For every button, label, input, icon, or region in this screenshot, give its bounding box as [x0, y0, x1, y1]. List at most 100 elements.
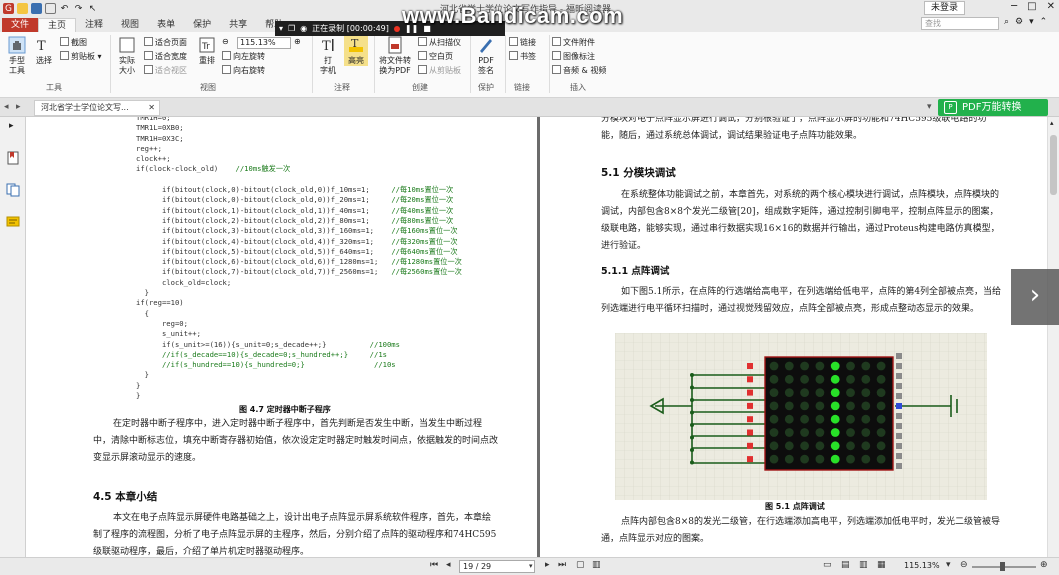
fit-page-button[interactable]: 适合页面 [144, 37, 187, 48]
pdf-convert-button[interactable]: P PDF万能转换 [938, 99, 1048, 116]
quick-access-toolbar: G ↶ ↷ ↖ [0, 3, 98, 14]
record-icon[interactable] [393, 25, 400, 32]
comments-panel-icon[interactable] [6, 215, 20, 229]
image-annotation-button[interactable]: 图像标注 [552, 51, 595, 62]
led-off [861, 441, 871, 451]
blank-page-button[interactable]: 空白页 [418, 51, 453, 62]
document-tab[interactable]: 河北省学士学位论文写... ✕ [34, 100, 160, 116]
led-off [876, 454, 886, 464]
zoom-slider-knob[interactable] [1000, 562, 1005, 571]
gear-icon[interactable]: ⚙ [1015, 17, 1023, 27]
file-attachment-button[interactable]: 文件附件 [552, 37, 595, 48]
column-pin [896, 423, 902, 429]
reflow-button[interactable]: Tr 重排 [196, 36, 218, 66]
link-button[interactable]: 链接 [509, 37, 536, 48]
undo-icon[interactable]: ↶ [59, 3, 70, 14]
fit-visible-button[interactable]: 适合视区 [144, 65, 187, 76]
scrollbar-thumb[interactable] [1050, 135, 1057, 195]
menu-icon[interactable]: ▾ [279, 24, 283, 33]
vertical-scrollbar[interactable]: ▴ [1047, 117, 1059, 557]
paragraph: 在系统整体功能调试之前，本章首先，对系统的两个核心模块进行调试，点阵模块，点阵模… [601, 190, 1000, 251]
from-clipboard-button[interactable]: 从剪贴板 [418, 65, 461, 76]
facing-icon[interactable]: ▥ [859, 560, 868, 570]
audio-video-button[interactable]: 音频 & 视频 [552, 65, 606, 76]
cursor-icon[interactable]: ↖ [87, 3, 98, 14]
highlight-button[interactable]: T 高亮 [344, 36, 368, 66]
grid-view-icon[interactable]: ▦ [877, 560, 886, 570]
hand-tool-button[interactable]: 手型 工具 [5, 36, 29, 76]
two-page-icon[interactable]: ▥ [592, 560, 601, 570]
tab-home[interactable]: 主页 [38, 18, 77, 32]
document-view[interactable]: TMR1H=0; TMR1L=0XB0; TMR1H=0X3C; reg++; cloc… [26, 117, 1047, 557]
tab-comment[interactable]: 注释 [76, 18, 112, 32]
save-icon[interactable] [31, 3, 42, 14]
search-input[interactable]: 查找 [921, 17, 999, 30]
typewriter-button[interactable]: T 打 字机 [316, 36, 340, 76]
page-number-input[interactable]: 19 / 29 [459, 560, 535, 573]
print-icon[interactable] [45, 3, 56, 14]
next-page-icon[interactable]: ▸ [545, 560, 550, 570]
actual-size-button[interactable]: 实际 大小 [116, 36, 138, 76]
first-page-icon[interactable]: ⏮ [430, 560, 438, 570]
zoom-in-icon[interactable]: ⊕ [1040, 560, 1048, 570]
zoom-out-icon[interactable]: ⊖ [960, 560, 968, 570]
led-off [784, 388, 794, 397]
led-on [830, 441, 840, 451]
pdf-sign-button[interactable]: PDF 签名 [474, 36, 498, 76]
maximize-icon[interactable]: □ [1027, 1, 1036, 12]
last-page-icon[interactable]: ⏭ [558, 560, 566, 570]
chevron-down-icon[interactable]: ▾ [1029, 17, 1034, 27]
led-off [861, 374, 871, 384]
group-insert-label: 插入 [570, 83, 586, 92]
tab-form[interactable]: 表单 [148, 18, 184, 32]
prev-page-icon[interactable]: ◂ [446, 560, 451, 570]
single-page-icon[interactable]: ▭ [823, 560, 832, 570]
rotate-right-button[interactable]: 向右旋转 [222, 65, 265, 76]
tab-file[interactable]: 文件 [2, 18, 39, 32]
window-icon[interactable]: ❐ [288, 24, 295, 33]
continuous-icon[interactable]: ▤ [841, 560, 850, 570]
rotate-left-label: 向左旋转 [233, 52, 265, 61]
clipboard-button[interactable]: 剪贴板 ▾ [60, 51, 102, 62]
tab-scroll-left-icon[interactable]: ◂ [4, 102, 9, 112]
close-tab-icon[interactable]: ✕ [148, 101, 155, 115]
code-line: if(bitout(clock,3)-bitout(clock_old,3))f… [136, 226, 458, 236]
rotate-left-button[interactable]: 向左旋转 [222, 51, 265, 62]
led-off [815, 441, 825, 451]
collapse-icon[interactable]: ⌃ [1040, 17, 1048, 27]
tab-protect[interactable]: 保护 [184, 18, 220, 32]
tab-share[interactable]: 共享 [220, 18, 256, 32]
rotate-right-icon [222, 65, 231, 74]
snapshot-button[interactable]: 截图 [60, 37, 87, 48]
fit-icon[interactable]: ▾ [946, 560, 951, 570]
bookmark-button[interactable]: 书签 [509, 51, 536, 62]
login-button[interactable]: 未登录 [924, 1, 966, 15]
redo-icon[interactable]: ↷ [73, 3, 84, 14]
zoom-icon[interactable]: ⊖ [222, 37, 229, 46]
minimize-icon[interactable]: ─ [1011, 1, 1017, 12]
open-icon[interactable] [17, 3, 28, 14]
zoom-in-icon[interactable]: ⊕ [294, 37, 301, 46]
left-sidebar: ▸ [0, 117, 26, 557]
tab-view[interactable]: 视图 [112, 18, 148, 32]
scroll-up-icon[interactable]: ▴ [1050, 119, 1054, 127]
page-dropdown-icon[interactable]: ▾ [529, 562, 533, 570]
close-icon[interactable]: ✕ [1047, 1, 1055, 12]
convert-to-pdf-button[interactable]: 将文件转 换为PDF [376, 36, 414, 76]
thumbnails-panel-icon[interactable] [6, 183, 20, 197]
zoom-input[interactable]: 115.13% [237, 37, 291, 49]
collapse-sidebar-icon[interactable]: ▸ [9, 121, 14, 131]
tab-scroll-right-icon[interactable]: ▸ [16, 102, 21, 112]
from-scanner-button[interactable]: 从扫描仪 [418, 37, 461, 48]
bookmark-panel-icon[interactable] [6, 151, 20, 165]
code-line: if(bitout(clock,4)-bitout(clock_old,4))f… [136, 236, 458, 246]
tab-list-icon[interactable]: ▾ [927, 102, 932, 112]
code-line: } [136, 370, 149, 380]
camera-icon[interactable]: ◉ [300, 24, 307, 33]
fit-width-button[interactable]: 适合宽度 [144, 51, 187, 62]
page-layout-icon[interactable]: ▢ [576, 560, 585, 570]
next-page-button[interactable]: › [1011, 269, 1059, 325]
search-icon[interactable]: ⌕ [1004, 17, 1009, 27]
select-button[interactable]: T 选择 [34, 36, 54, 66]
led-off [876, 361, 886, 371]
